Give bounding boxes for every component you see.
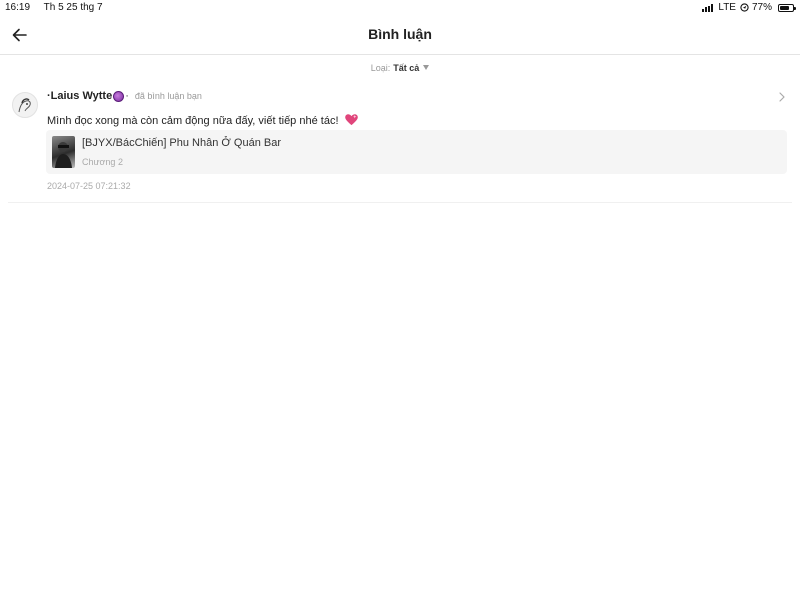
comment-header: ·Laius Wytte · đã bình luận bạn bbox=[47, 90, 202, 102]
comment-timestamp: 2024-07-25 07:21:32 bbox=[47, 181, 131, 191]
signal-icon bbox=[702, 3, 714, 12]
status-date: Th 5 25 thg 7 bbox=[43, 2, 103, 13]
comment-body: Mình đọc xong mà còn cảm động nữa đấy, v… bbox=[47, 115, 339, 127]
page-title: Bình luận bbox=[368, 26, 432, 42]
status-left: 16:19 Th 5 25 thg 7 bbox=[5, 2, 114, 13]
caret-down-icon[interactable] bbox=[423, 65, 430, 70]
story-chapter: Chương 2 bbox=[82, 157, 123, 167]
status-time: 16:19 bbox=[5, 2, 31, 13]
story-title[interactable]: [BJYX/BácChiến] Phu Nhân Ở Quán Bar bbox=[82, 137, 281, 149]
network-label: LTE bbox=[718, 2, 736, 13]
filter-label: Loại: bbox=[370, 63, 391, 73]
comment-text: Mình đọc xong mà còn cảm động nữa đấy, v… bbox=[47, 113, 359, 127]
avatar-illustration bbox=[18, 98, 31, 113]
cover-illustration bbox=[55, 142, 72, 168]
comment-action: đã bình luận bạn bbox=[134, 91, 202, 101]
avatar[interactable] bbox=[12, 92, 38, 118]
battery-percent: 77% bbox=[751, 2, 772, 13]
location-icon bbox=[740, 3, 749, 12]
status-bar: 16:19 Th 5 25 thg 7 LTE 77% bbox=[0, 0, 800, 16]
status-right: LTE 77% bbox=[702, 2, 796, 13]
top-navigation-bar: Bình luận bbox=[0, 16, 800, 55]
filter-dropdown[interactable]: Loại: Tất cả bbox=[0, 63, 800, 73]
chevron-right-icon[interactable] bbox=[778, 92, 786, 102]
story-cover-image[interactable] bbox=[52, 136, 75, 168]
sparkling-heart-icon bbox=[344, 114, 358, 126]
filter-value[interactable]: Tất cả bbox=[393, 63, 419, 73]
comment-item[interactable]: ·Laius Wytte · đã bình luận bạn Mình đọc… bbox=[8, 80, 792, 203]
battery-icon bbox=[778, 3, 796, 12]
username[interactable]: ·Laius Wytte bbox=[47, 90, 112, 102]
separator-dot: · bbox=[125, 90, 129, 102]
story-card[interactable]: [BJYX/BácChiến] Phu Nhân Ở Quán Bar Chươ… bbox=[46, 130, 787, 174]
purple-crystal-ball-icon bbox=[113, 90, 125, 102]
